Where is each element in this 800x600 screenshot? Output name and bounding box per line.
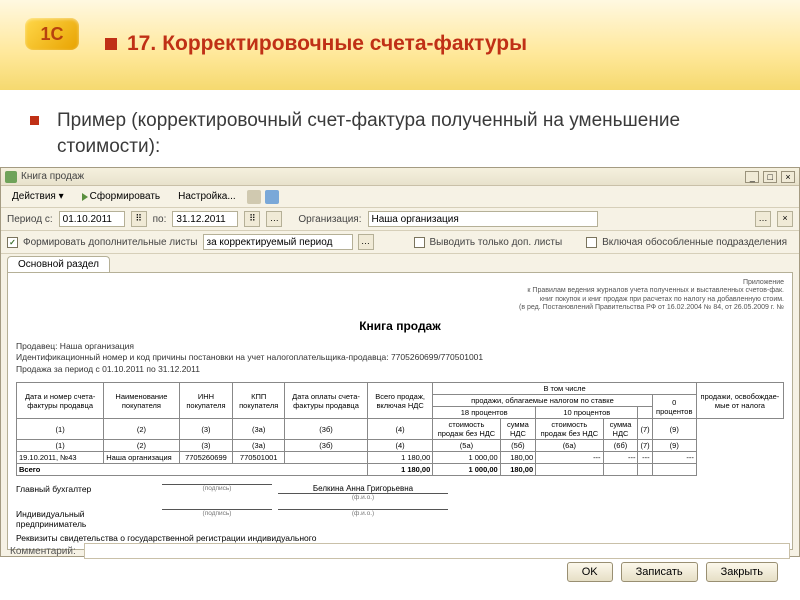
ok-button[interactable]: OK	[567, 562, 613, 582]
col-rate-group: продажи, облагаемые налогом по ставке	[433, 395, 652, 407]
window-titlebar[interactable]: Книга продаж _ □ ×	[1, 168, 799, 186]
app-window: Книга продаж _ □ × Действия ▾ Сформирова…	[0, 167, 800, 557]
col-buyer: Наименование покупателя	[104, 383, 179, 419]
col-18pct: 18 процентов	[433, 407, 536, 419]
period-range-button[interactable]: …	[266, 211, 282, 227]
form-add-sheets-checkbox[interactable]	[7, 237, 18, 248]
save-button[interactable]: Записать	[621, 562, 698, 582]
bullet-icon	[105, 38, 117, 50]
form-add-sheets-label: Формировать дополнительные листы	[23, 237, 198, 248]
tab-strip: Основной раздел	[1, 254, 799, 272]
seller-info: Продавец: Наша организация Идентификацио…	[16, 341, 784, 377]
settings-button[interactable]: Настройка...	[171, 189, 243, 204]
table-total-row: Всего 1 180,00 1 000,00 180,00	[17, 464, 784, 476]
minimize-button[interactable]: _	[745, 171, 759, 183]
org-select-button[interactable]: …	[755, 211, 771, 227]
org-label: Организация:	[298, 214, 361, 225]
dialog-buttons: OK Записать Закрыть	[567, 562, 778, 582]
incl-branches-label: Включая обособленные подразделения	[602, 237, 787, 248]
col-kpp: КПП покупателя	[233, 383, 285, 419]
window-title: Книга продаж	[21, 171, 744, 182]
slide-number: 17.	[127, 32, 156, 56]
maximize-button[interactable]: □	[763, 171, 777, 183]
book-icon	[5, 171, 17, 183]
col-date: Дата и номер счета-фактуры продавца	[17, 383, 104, 419]
only-add-label: Выводить только доп. листы	[430, 237, 563, 248]
tab-main[interactable]: Основной раздел	[7, 256, 110, 272]
period-to-picker[interactable]: ⠿	[244, 211, 260, 227]
bullet-icon	[30, 116, 39, 125]
period-mode-input[interactable]	[203, 234, 353, 250]
toolbar-icon-1[interactable]	[247, 190, 261, 204]
table-row[interactable]: 19.10.2011, №43 Наша организация 7705260…	[17, 452, 784, 464]
comment-input[interactable]	[84, 543, 790, 559]
period-mode-select[interactable]: …	[358, 234, 374, 250]
generate-button[interactable]: Сформировать	[75, 189, 168, 204]
col-10pct: 10 процентов	[536, 407, 638, 419]
toolbar: Действия ▾ Сформировать Настройка...	[1, 186, 799, 208]
org-input[interactable]	[368, 211, 598, 227]
comment-label: Комментарий:	[10, 546, 76, 557]
close-button[interactable]: Закрыть	[706, 562, 778, 582]
col-exempt: продажи, освобождае-мые от налога	[696, 383, 783, 419]
period-from-label: Период с:	[7, 214, 53, 225]
only-add-checkbox[interactable]	[414, 237, 425, 248]
slide-title-bar: 17. Корректировочные счета-фактуры	[105, 32, 527, 56]
sales-table: Дата и номер счета-фактуры продавца Наим…	[16, 382, 784, 476]
col-inn: ИНН покупателя	[179, 383, 233, 419]
slide-title: Корректировочные счета-фактуры	[162, 32, 527, 56]
period-row: Период с: ⠿ по: ⠿ … Организация: … ×	[1, 208, 799, 231]
org-clear-button[interactable]: ×	[777, 211, 793, 227]
appendix-text: Приложение к Правилам ведения журналов у…	[16, 279, 784, 313]
chief-accountant-row: Главный бухгалтер (подпись) Белкина Анна…	[16, 484, 784, 501]
options-row: Формировать дополнительные листы … Вывод…	[1, 231, 799, 254]
incl-branches-checkbox[interactable]	[586, 237, 597, 248]
col-paydate: Дата оплаты счета-фактуры продавца	[285, 383, 368, 419]
example-text: Пример (корректировочный счет-фактура по…	[57, 108, 770, 159]
period-from-input[interactable]	[59, 211, 125, 227]
col-total: Всего продаж, включая НДС	[367, 383, 432, 419]
period-to-label: по:	[153, 214, 167, 225]
period-to-input[interactable]	[172, 211, 238, 227]
report-pane: Приложение к Правилам ведения журналов у…	[7, 272, 793, 550]
col-0pct: 0 процентов	[652, 395, 696, 419]
actions-menu[interactable]: Действия ▾	[5, 189, 71, 204]
comment-row: Комментарий:	[0, 540, 800, 562]
logo-1c: 1С	[25, 18, 79, 50]
close-button[interactable]: ×	[781, 171, 795, 183]
help-icon[interactable]	[265, 190, 279, 204]
slide-body: Пример (корректировочный счет-фактура по…	[0, 90, 800, 169]
ip-row: Индивидуальный предприниматель (подпись)…	[16, 509, 784, 529]
period-from-picker[interactable]: ⠿	[131, 211, 147, 227]
col-group: В том числе	[433, 383, 697, 395]
slide-header: 1С 17. Корректировочные счета-фактуры	[0, 0, 800, 90]
report-title: Книга продаж	[16, 319, 784, 333]
